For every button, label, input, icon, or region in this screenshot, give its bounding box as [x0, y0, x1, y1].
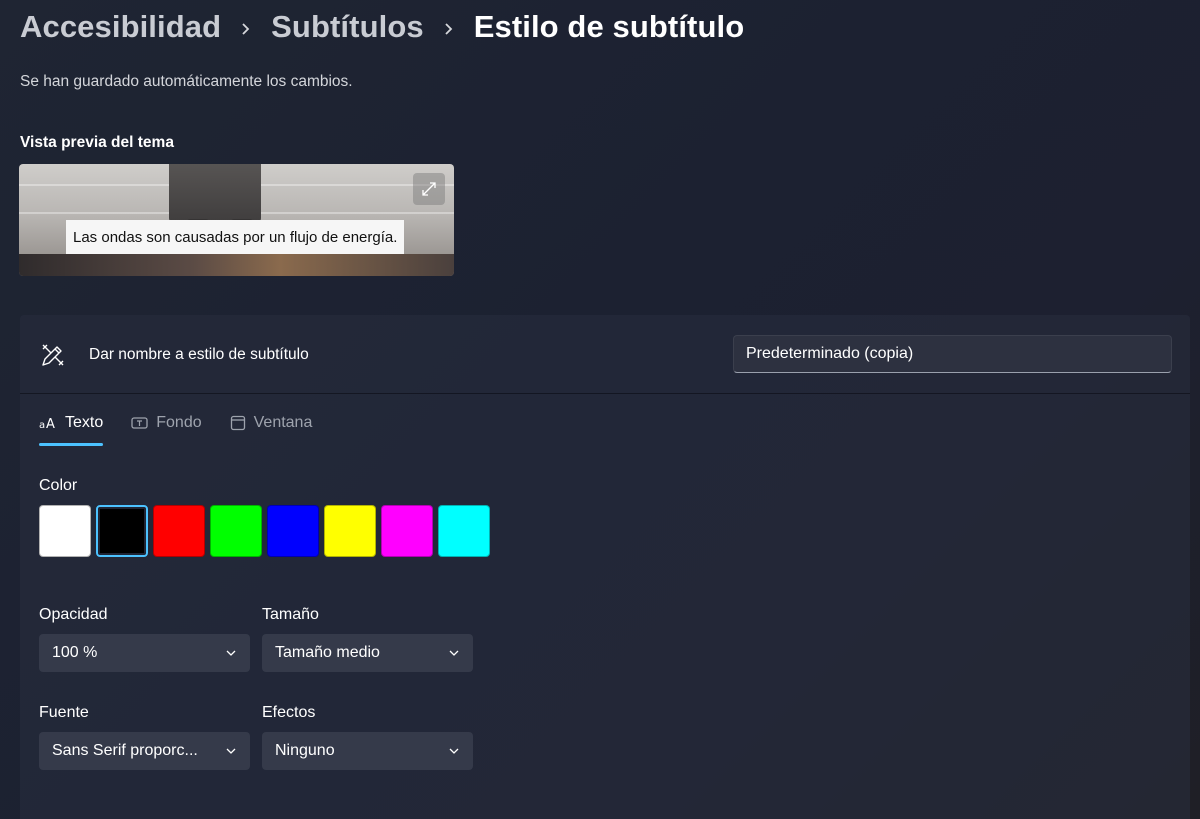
svg-text:A: A [46, 417, 55, 430]
color-swatch[interactable] [210, 505, 262, 557]
breadcrumb-accesibilidad[interactable]: Accesibilidad [20, 9, 221, 45]
size-value: Tamaño medio [275, 644, 380, 661]
tab-fondo[interactable]: Fondo [131, 411, 202, 435]
color-swatch-group [39, 505, 490, 557]
tab-label: Fondo [156, 414, 202, 431]
color-swatch[interactable] [96, 505, 148, 557]
tab-selected-indicator [39, 443, 104, 446]
opacity-dropdown[interactable]: 100 % [39, 634, 250, 672]
effects-label: Efectos [262, 704, 316, 721]
breadcrumb-subtitulos[interactable]: Subtítulos [271, 9, 424, 45]
opacity-label: Opacidad [39, 606, 108, 623]
preview-caption: Las ondas son causadas por un flujo de e… [66, 220, 405, 254]
theme-preview: Las ondas son causadas por un flujo de e… [19, 164, 454, 276]
preview-title: Vista previa del tema [20, 134, 174, 151]
pen-ruler-icon [42, 344, 64, 366]
autosave-status: Se han guardado automáticamente los camb… [20, 73, 353, 90]
size-label: Tamaño [262, 606, 319, 623]
effects-dropdown[interactable]: Ninguno [262, 732, 473, 770]
tab-texto[interactable]: a A Texto [39, 411, 104, 446]
color-swatch[interactable] [324, 505, 376, 557]
color-swatch[interactable] [438, 505, 490, 557]
size-dropdown[interactable]: Tamaño medio [262, 634, 473, 672]
style-name-label: Dar nombre a estilo de subtítulo [89, 346, 309, 363]
style-name-input[interactable]: Predeterminado (copia) [733, 335, 1172, 373]
tab-label: Texto [65, 414, 104, 431]
text-size-icon: a A [39, 416, 57, 430]
chevron-down-icon [449, 650, 459, 656]
style-tabs: a A Texto Fondo Ventana [39, 411, 340, 451]
preview-background [19, 254, 454, 276]
tab-ventana[interactable]: Ventana [230, 411, 313, 435]
color-swatch[interactable] [153, 505, 205, 557]
font-dropdown[interactable]: Sans Serif proporc... [39, 732, 250, 770]
font-value: Sans Serif proporc... [52, 742, 198, 759]
font-label: Fuente [39, 704, 89, 721]
expand-preview-button[interactable] [413, 173, 445, 205]
color-swatch[interactable] [381, 505, 433, 557]
breadcrumb: Accesibilidad Subtítulos Estilo de subtí… [20, 6, 744, 48]
caption-style-panel: Dar nombre a estilo de subtítulo Predete… [20, 315, 1190, 819]
window-icon [230, 415, 246, 431]
chevron-down-icon [226, 748, 236, 754]
preview-background [169, 164, 261, 224]
opacity-value: 100 % [52, 644, 98, 661]
svg-text:a: a [39, 420, 45, 430]
color-swatch[interactable] [39, 505, 91, 557]
color-swatch[interactable] [267, 505, 319, 557]
chevron-down-icon [226, 650, 236, 656]
page-title: Estilo de subtítulo [473, 9, 745, 44]
color-label: Color [39, 477, 78, 494]
tab-label: Ventana [253, 414, 313, 431]
effects-value: Ninguno [275, 742, 335, 759]
background-icon [131, 416, 148, 430]
style-name-row: Dar nombre a estilo de subtítulo Predete… [20, 315, 1190, 394]
chevron-down-icon [449, 748, 459, 754]
chevron-right-icon [221, 9, 271, 45]
chevron-right-icon [424, 9, 474, 45]
expand-icon [422, 182, 436, 196]
